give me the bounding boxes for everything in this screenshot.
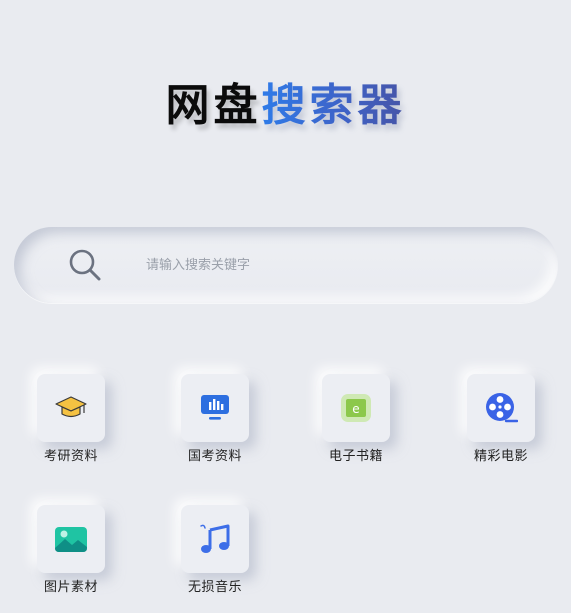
category-movies[interactable]: 精彩电影 xyxy=(456,374,546,465)
page-title: 网盘搜索器 xyxy=(0,76,571,136)
category-label: 考研资料 xyxy=(43,449,98,464)
category-tile[interactable] xyxy=(467,374,535,442)
category-tile[interactable] xyxy=(181,505,249,573)
category-label: 国考资料 xyxy=(187,449,242,464)
category-label: 电子书籍 xyxy=(328,449,383,464)
ebook-icon: e xyxy=(341,394,371,422)
category-civil-service-materials[interactable]: 国考资料 xyxy=(170,374,260,465)
graduation-cap-icon xyxy=(55,394,87,422)
category-tile[interactable] xyxy=(181,374,249,442)
category-image-assets[interactable]: 图片素材 xyxy=(26,505,116,596)
category-ebooks[interactable]: e 电子书籍 xyxy=(311,374,401,465)
title-part-searcher: 搜索器 xyxy=(261,80,406,131)
category-graduate-materials[interactable]: 考研资料 xyxy=(26,374,116,465)
category-tile[interactable]: e xyxy=(322,374,390,442)
music-note-icon xyxy=(198,522,232,556)
search-icon[interactable] xyxy=(68,248,102,282)
category-tile[interactable] xyxy=(37,505,105,573)
film-reel-icon xyxy=(484,391,518,425)
title-part-netdisk: 网盘 xyxy=(165,80,262,131)
category-label: 无损音乐 xyxy=(187,580,242,595)
svg-text:e: e xyxy=(352,402,359,416)
search-input[interactable] xyxy=(146,250,526,280)
search-bar[interactable] xyxy=(14,227,558,303)
category-lossless-music[interactable]: 无损音乐 xyxy=(170,505,260,596)
category-tile[interactable] xyxy=(37,374,105,442)
category-label: 精彩电影 xyxy=(473,449,528,464)
category-label: 图片素材 xyxy=(43,580,98,595)
presentation-chart-icon xyxy=(200,394,230,422)
image-icon xyxy=(54,524,88,554)
